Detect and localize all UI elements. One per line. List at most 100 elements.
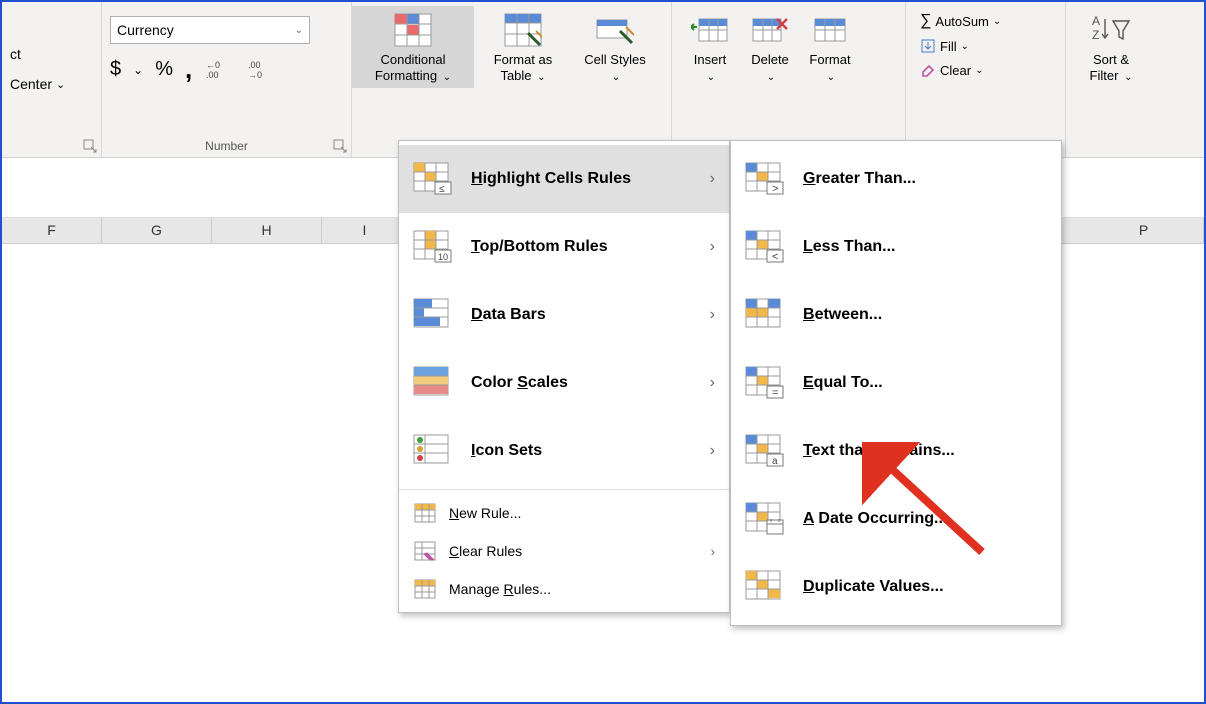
conditional-formatting-menu: ≤ HHighlight Cells Rulesighlight Cells R… [398,140,730,613]
chevron-down-icon: ⌄ [295,25,303,36]
cells-group: Insert⌄ Delete⌄ Format⌄ [672,2,906,157]
column-header[interactable]: I [322,218,408,243]
insert-cells-icon [690,10,730,50]
sort-filter-button[interactable]: AZ Sort & Filter ⌄ [1074,6,1148,88]
chevron-right-icon: › [710,238,715,256]
autosum-button[interactable]: ∑ AutoSum ⌄ [918,10,1053,32]
data-bars-icon [413,297,453,333]
chevron-down-icon: ⌄ [56,78,65,91]
chevron-down-icon: ⌄ [961,41,969,52]
highlight-cells-rules-item[interactable]: ≤ HHighlight Cells Rulesighlight Cells R… [399,145,729,213]
chevron-down-icon: ⌄ [827,72,835,83]
column-header[interactable]: H [212,218,322,243]
svg-text:≤: ≤ [439,184,445,195]
sort-filter-icon: AZ [1091,10,1131,50]
svg-text:Z: Z [1092,28,1099,42]
equal-to-icon: = [745,365,785,401]
new-rule-icon [413,502,437,524]
chevron-right-icon: › [711,544,715,559]
svg-text:a: a [772,456,778,467]
between-icon [745,297,785,333]
chevron-down-icon: ⌄ [443,72,451,83]
increase-decimal-button[interactable]: ←0.00 [204,58,234,82]
svg-text:=: = [772,387,778,399]
delete-button[interactable]: Delete⌄ [740,6,800,88]
fill-down-icon [920,38,936,54]
duplicate-values-item[interactable]: Duplicate Values... [731,553,1061,621]
delete-cells-icon [750,10,790,50]
center-button[interactable]: Center ⌄ [10,76,93,92]
number-format-dropdown[interactable]: Currency ⌄ [110,16,310,44]
chevron-right-icon: › [710,170,715,188]
icon-sets-item[interactable]: Icon Sets › [399,417,729,485]
ribbon: ct Center ⌄ Currency ⌄ $ ⌄ % , ←0.00 .00… [2,2,1204,158]
column-header[interactable]: F [2,218,102,243]
svg-text:←0: ←0 [206,60,220,70]
column-header[interactable]: P [1084,218,1204,243]
clear-rules-item[interactable]: Clear Rules › [399,532,729,570]
chevron-down-icon: ⌄ [1124,72,1132,83]
duplicate-values-icon [745,569,785,605]
date-occurring-icon [745,501,785,537]
comma-style-button[interactable]: , [185,54,192,85]
editing-group-left: ∑ AutoSum ⌄ Fill ⌄ Clear ⌄ Editing [906,2,1066,157]
dialog-launcher-icon[interactable] [83,139,97,153]
between-item[interactable]: Between... [731,281,1061,349]
color-scales-icon [413,365,453,401]
number-group-label: Number [102,137,351,155]
percent-button[interactable]: % [155,58,173,81]
less-than-item[interactable]: < Less Than... [731,213,1061,281]
insert-button[interactable]: Insert⌄ [680,6,740,88]
less-than-icon: < [745,229,785,265]
format-as-table-button[interactable]: Format as Table ⌄ [474,6,572,88]
date-occurring-item[interactable]: A Date Occurring... [731,485,1061,553]
top-bottom-icon: 10 [413,229,453,265]
svg-text:10: 10 [438,252,448,262]
conditional-formatting-icon [393,10,433,50]
color-scales-item[interactable]: Color Scales › [399,349,729,417]
cell-styles-button[interactable]: Cell Styles ⌄ [572,6,658,88]
text-contains-item[interactable]: a Text that Contains... [731,417,1061,485]
chevron-right-icon: › [710,306,715,324]
number-controls: $ ⌄ % , ←0.00 .00→0 [110,54,343,85]
accounting-format-button[interactable]: $ [110,58,121,81]
dialog-launcher-icon[interactable] [333,139,347,153]
number-group: Currency ⌄ $ ⌄ % , ←0.00 .00→0 Number [102,2,352,157]
svg-text:.00: .00 [206,70,219,80]
manage-rules-icon [413,578,437,600]
highlight-cells-icon: ≤ [413,161,453,197]
new-rule-item[interactable]: New Rule... [399,494,729,532]
chevron-down-icon: ⌄ [975,65,983,76]
format-button[interactable]: Format⌄ [800,6,860,88]
clear-rules-icon [413,540,437,562]
alignment-group: ct Center ⌄ [2,2,102,157]
menu-separator [399,489,729,490]
data-bars-item[interactable]: Data Bars › [399,281,729,349]
editing-group-right: AZ Sort & Filter ⌄ [1066,2,1156,157]
highlight-cells-submenu: > Greater Than... < Less Than... Between… [730,140,1062,626]
chevron-down-icon: ⌄ [537,72,545,83]
equal-to-item[interactable]: = Equal To... [731,349,1061,417]
manage-rules-item[interactable]: Manage Rules... [399,570,729,608]
chevron-down-icon: ⌄ [133,63,143,77]
column-header[interactable]: G [102,218,212,243]
chevron-right-icon: › [710,374,715,392]
svg-text:A: A [1092,14,1100,28]
svg-text:>: > [772,183,778,195]
icon-sets-icon [413,433,453,469]
top-bottom-rules-item[interactable]: 10 Top/Bottom Rules › [399,213,729,281]
conditional-formatting-button[interactable]: Conditional Formatting ⌄ [352,6,474,88]
format-cells-icon [810,10,850,50]
greater-than-icon: > [745,161,785,197]
wrap-text-hint: ct [10,46,21,62]
chevron-down-icon: ⌄ [767,72,775,83]
chevron-right-icon: › [710,442,715,460]
fill-button[interactable]: Fill ⌄ [918,36,1053,56]
eraser-icon [920,62,936,78]
greater-than-item[interactable]: > Greater Than... [731,145,1061,213]
decrease-decimal-button[interactable]: .00→0 [246,58,276,82]
chevron-down-icon: ⌄ [993,16,1001,27]
clear-button[interactable]: Clear ⌄ [918,60,1053,80]
chevron-down-icon: ⌄ [707,72,715,83]
svg-text:→0: →0 [248,70,262,80]
